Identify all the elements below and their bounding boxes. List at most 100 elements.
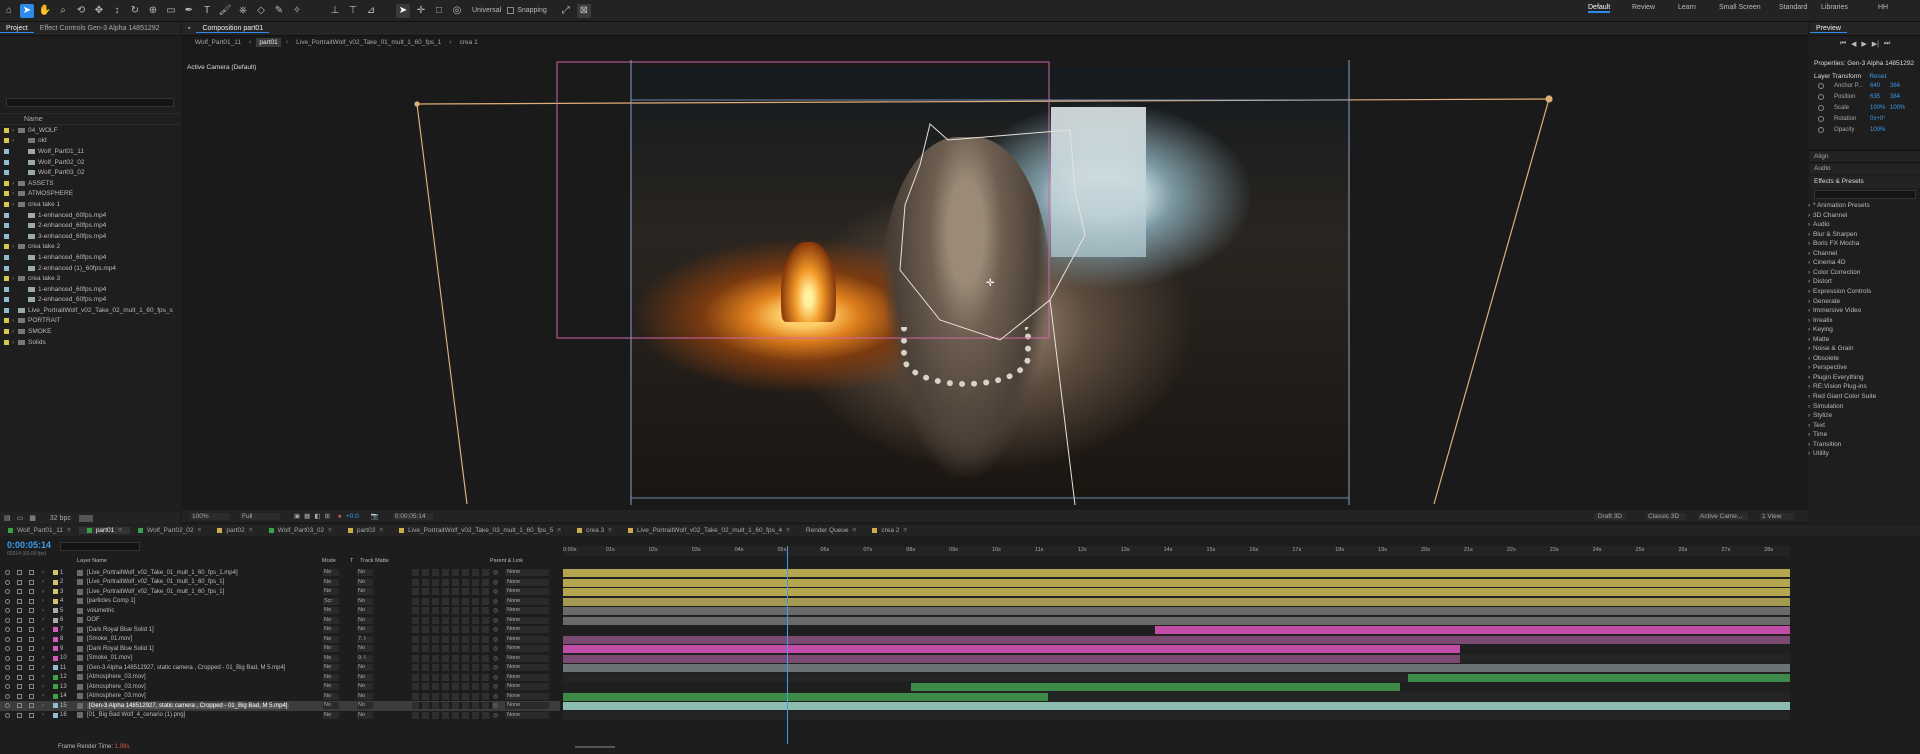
property-value-1[interactable]: 640	[1870, 83, 1884, 89]
layer-name[interactable]: DOF	[87, 617, 100, 623]
solo-icon[interactable]	[17, 712, 22, 718]
solo-icon[interactable]	[17, 627, 22, 633]
layer-duration-bar[interactable]	[563, 654, 1460, 663]
pickwhip-icon[interactable]: ◎	[493, 569, 498, 576]
view-layout-dropdown[interactable]: 1 View	[1760, 512, 1794, 520]
play-icon[interactable]: ▶	[1861, 40, 1866, 48]
timeline-tab[interactable]: Render Queue ≡	[798, 527, 864, 534]
mode-dropdown[interactable]: No	[323, 635, 339, 643]
eye-icon[interactable]	[5, 646, 10, 652]
mode-dropdown[interactable]: No	[323, 673, 339, 681]
effect-category[interactable]: Obsolete	[1813, 355, 1839, 362]
eye-icon[interactable]	[5, 636, 10, 642]
chevron-right-icon[interactable]: ›	[42, 655, 44, 661]
menu-icon[interactable]: ≡	[67, 527, 71, 534]
menu-icon[interactable]: ≡	[118, 527, 122, 534]
transparency-grid-icon[interactable]: ▦	[304, 512, 310, 520]
switches[interactable]	[412, 616, 492, 624]
pickwhip-icon[interactable]: ◎	[493, 664, 498, 671]
timeline-search-input[interactable]	[60, 542, 140, 551]
layer-row[interactable]: › 6 DOF No No ◎ None	[0, 616, 560, 626]
switches[interactable]	[412, 569, 492, 577]
track-matte-dropdown[interactable]: No	[357, 626, 373, 634]
layer-name[interactable]: [01_Big Bad Wolf_4_cenario (1).png]	[87, 712, 185, 718]
effect-category[interactable]: Cinema 4D	[1813, 259, 1846, 266]
next-frame-icon[interactable]: ▶|	[1872, 40, 1879, 48]
menu-icon[interactable]: ≡	[198, 527, 202, 534]
layer-name[interactable]: [Live_PortraitWolf_v02_Take_01_mult_1_60…	[87, 579, 224, 585]
last-frame-icon[interactable]: ⏭	[1884, 40, 1890, 48]
property-value-2[interactable]: 384	[1890, 94, 1900, 100]
track-matte-dropdown[interactable]: No	[357, 711, 373, 719]
zoom-slider[interactable]	[575, 746, 615, 748]
switches[interactable]	[412, 626, 492, 634]
layer-label-color[interactable]	[53, 627, 58, 633]
parent-dropdown[interactable]: None	[505, 569, 549, 577]
menu-icon[interactable]: ≡	[328, 527, 332, 534]
effect-category[interactable]: Audio	[1813, 221, 1830, 228]
switches[interactable]	[412, 702, 492, 710]
effect-category[interactable]: Utility	[1813, 450, 1829, 457]
timeline-tab[interactable]: crea 3 ≡	[569, 527, 620, 534]
lock-icon[interactable]	[29, 608, 34, 614]
mode-dropdown[interactable]: No	[323, 607, 339, 615]
eye-icon[interactable]	[5, 665, 10, 671]
eye-icon[interactable]	[5, 684, 10, 690]
lock-icon[interactable]	[29, 627, 34, 633]
solo-icon[interactable]	[17, 570, 22, 576]
property-value-1[interactable]: 100%	[1870, 127, 1885, 133]
reset-button[interactable]: Reset	[1869, 73, 1886, 80]
parent-dropdown[interactable]: None	[505, 607, 549, 615]
layer-row[interactable]: › 3 [Live_PortraitWolf_v02_Take_01_mult_1_…	[0, 587, 560, 597]
chevron-right-icon[interactable]: ›	[42, 646, 44, 652]
first-frame-icon[interactable]: ⏮	[1840, 40, 1846, 48]
menu-icon[interactable]: ≡	[608, 527, 612, 534]
pickwhip-icon[interactable]: ◎	[493, 712, 498, 719]
effect-category[interactable]: Immersive Video	[1813, 307, 1861, 314]
pickwhip-icon[interactable]: ◎	[493, 702, 498, 709]
stopwatch-icon[interactable]	[1818, 82, 1824, 89]
layer-label-color[interactable]	[53, 674, 58, 680]
effect-category[interactable]: Perspective	[1813, 364, 1847, 371]
effect-category[interactable]: Generate	[1813, 298, 1840, 305]
timeline-tab[interactable]: part02 ≡	[209, 527, 260, 534]
solo-icon[interactable]	[17, 617, 22, 623]
region-icon[interactable]: ▣	[294, 512, 300, 520]
timeline-timecode[interactable]: 0:00:05:14	[7, 540, 51, 550]
pickwhip-icon[interactable]: ◎	[493, 636, 498, 643]
eye-icon[interactable]	[5, 589, 10, 595]
chevron-right-icon[interactable]: ›	[42, 589, 44, 595]
property-value-1[interactable]: 0x+0°	[1870, 116, 1886, 122]
effect-category[interactable]: * Animation Presets	[1813, 202, 1870, 209]
parent-dropdown[interactable]: None	[505, 635, 549, 643]
chevron-right-icon[interactable]: ›	[42, 627, 44, 633]
solo-icon[interactable]	[17, 646, 22, 652]
menu-icon[interactable]: ≡	[379, 527, 383, 534]
track-matte-dropdown[interactable]: No	[357, 578, 373, 586]
effect-category[interactable]: Color Correction	[1813, 269, 1860, 276]
eye-icon[interactable]	[5, 712, 10, 718]
layer-row[interactable]: › 4 [particles Comp 1] Scr No ◎ None	[0, 597, 560, 607]
layer-row[interactable]: › 11 [Gen-3 Alpha 148512927, static camera…	[0, 663, 560, 673]
switches[interactable]	[412, 683, 492, 691]
layer-duration-bar[interactable]	[563, 588, 1790, 596]
solo-icon[interactable]	[17, 665, 22, 671]
pickwhip-icon[interactable]: ◎	[493, 598, 498, 605]
menu-icon[interactable]: ≡	[853, 527, 857, 534]
mode-dropdown[interactable]: No	[323, 578, 339, 586]
layer-duration-bar[interactable]	[563, 645, 1460, 653]
switches[interactable]	[412, 578, 492, 586]
eye-icon[interactable]	[5, 627, 10, 633]
track-matte-dropdown[interactable]: No	[357, 597, 373, 605]
mode-dropdown[interactable]: No	[323, 692, 339, 700]
menu-icon[interactable]: ≡	[249, 527, 253, 534]
resolution-dropdown[interactable]: Full	[240, 512, 280, 520]
layer-label-color[interactable]	[53, 608, 58, 614]
switches[interactable]	[412, 597, 492, 605]
effect-category[interactable]: Simulation	[1813, 403, 1843, 410]
layer-duration-bar[interactable]	[563, 702, 1790, 710]
layer-name[interactable]: [particles Comp 1]	[87, 598, 135, 604]
lock-icon[interactable]	[29, 579, 34, 585]
camera-wireframe[interactable]	[414, 95, 1553, 505]
layer-duration-bar[interactable]	[563, 616, 1790, 625]
